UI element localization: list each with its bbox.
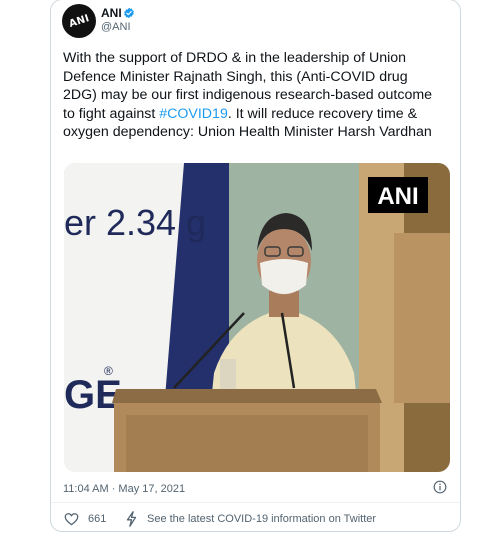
- info-icon[interactable]: [433, 480, 447, 494]
- divider: [51, 502, 460, 503]
- verified-badge-icon: [124, 7, 134, 19]
- press-conference-photo: er 2.34 g GE ® ANI: [64, 163, 450, 472]
- avatar-logo-text: ANI: [67, 12, 91, 30]
- svg-text:®: ®: [104, 364, 113, 378]
- banner-text-top: er 2.34 g: [64, 202, 206, 243]
- author-handle[interactable]: @ANI: [101, 21, 131, 33]
- heart-icon[interactable]: [64, 512, 79, 526]
- banner-text-bottom: GE: [64, 373, 122, 417]
- author-name[interactable]: ANI: [101, 6, 122, 20]
- hashtag-link[interactable]: #COVID19: [159, 106, 228, 122]
- like-count[interactable]: 661: [88, 513, 106, 525]
- ani-watermark: ANI: [377, 183, 418, 210]
- tweet-text: With the support of DRDO & in the leader…: [63, 49, 435, 142]
- bolt-icon: [126, 511, 137, 527]
- tweet-photo[interactable]: er 2.34 g GE ® ANI: [64, 163, 450, 472]
- covid-info-link[interactable]: See the latest COVID-19 information on T…: [147, 513, 376, 525]
- tweet-timestamp[interactable]: 11:04 AM · May 17, 2021: [63, 483, 185, 495]
- avatar[interactable]: ANI: [62, 4, 96, 38]
